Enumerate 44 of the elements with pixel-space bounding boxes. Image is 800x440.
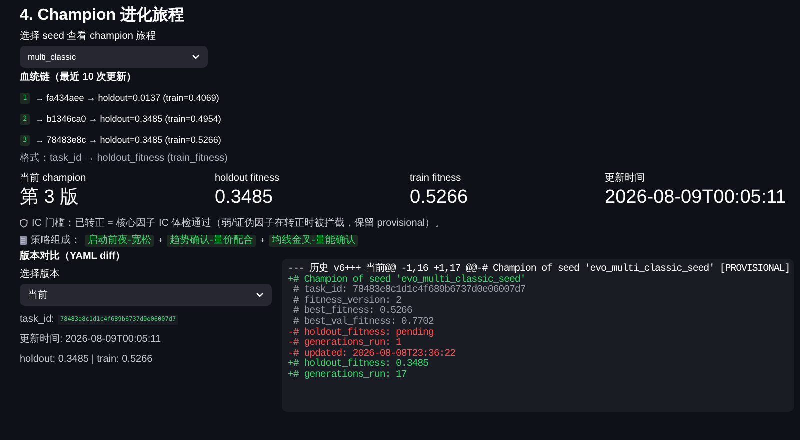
diff-line: # best_fitness: 0.5266	[292, 307, 412, 318]
select-label: 选择版本	[20, 268, 61, 281]
metric-value: 第 3 版	[20, 187, 80, 210]
ic-gate-note: IC 门槛：已转正 = 核心因子 IC 体检通过（弱/证伪因子在转正时被拦截，保留 provisional）。	[32, 218, 446, 230]
diff-line: # fitness_version: 2	[292, 296, 402, 307]
score-summary: holdout: 0.3485 | train: 0.5266	[20, 354, 154, 366]
lineage-entry: → 78483e8c → holdout=0.3485 (train=0.5266)	[35, 135, 222, 146]
section-title: 4. Champion 进化旅程	[20, 6, 186, 26]
diff-line: -# generations_run: 1	[288, 339, 402, 350]
version-select[interactable]: 当前	[20, 284, 272, 306]
metric-value: 2026-08-09T00:05:11	[605, 187, 786, 210]
diff-line: +# generations_run: 17	[288, 370, 408, 382]
metric-value: 0.3485	[215, 187, 274, 210]
compare-heading: 版本对比（YAML diff）	[20, 250, 127, 263]
diff-line: --- 历史 v6+++ 当前@@ -1,16 +1,17 @@-# Champion of seed 'evo_multi_classic_seed' [PROVISIONAL]	[288, 264, 790, 275]
diff-line: # task_id: 78483e8c1d1c4f689b6737d0e06007d7	[292, 286, 527, 296]
plus-separator: +	[260, 236, 266, 246]
metric-label: 当前 champion	[20, 173, 88, 186]
diff-line: +# holdout_fitness: 0.3485	[288, 360, 430, 370]
metric-value: 0.5266	[410, 187, 470, 210]
strategy-tag: 均线金叉-量能确认	[269, 234, 358, 247]
lineage-entry: → fa434aee → holdout=0.0137 (train=0.4069)	[35, 93, 220, 104]
format-note: 格式：task_id → holdout_fitness (train_fitness)	[20, 153, 229, 166]
lineage-heading: 血统链（最近 10 次更新）	[20, 72, 138, 84]
strategy-tag: 启动前夜-宽松	[85, 234, 154, 247]
strategy-label: 策略组成：	[31, 234, 81, 247]
diff-line: # best_val_fitness: 0.7702	[292, 318, 435, 328]
shield-icon	[20, 219, 28, 228]
metric-label: 更新时间	[605, 173, 646, 186]
metric-label: train fitness	[410, 173, 462, 186]
lineage-entry: → b1346ca0 → holdout=0.3485 (train=0.4954)	[35, 114, 222, 126]
chevron-down-icon	[256, 292, 264, 298]
seed-select[interactable]: multi_classic	[20, 46, 208, 68]
chevron-down-icon	[192, 54, 200, 60]
metric-label: holdout fitness	[215, 173, 280, 186]
strategy-tag: 趋势确认-量价配合	[167, 234, 256, 247]
diff-line: +# Champion of seed 'evo_multi_classic_seed'	[288, 276, 527, 286]
diff-line: -# updated: 2026-08-08T23:36:22	[288, 350, 456, 360]
document-icon	[20, 236, 27, 246]
task-id-label: task_id:	[20, 314, 54, 326]
updated-time: 更新时间: 2026-08-09T00:05:11	[20, 334, 162, 346]
plus-separator: +	[158, 236, 164, 246]
diff-line: -# holdout_fitness: pending	[288, 328, 435, 339]
select-label: 选择 seed 查看 champion 旅程	[20, 31, 158, 44]
